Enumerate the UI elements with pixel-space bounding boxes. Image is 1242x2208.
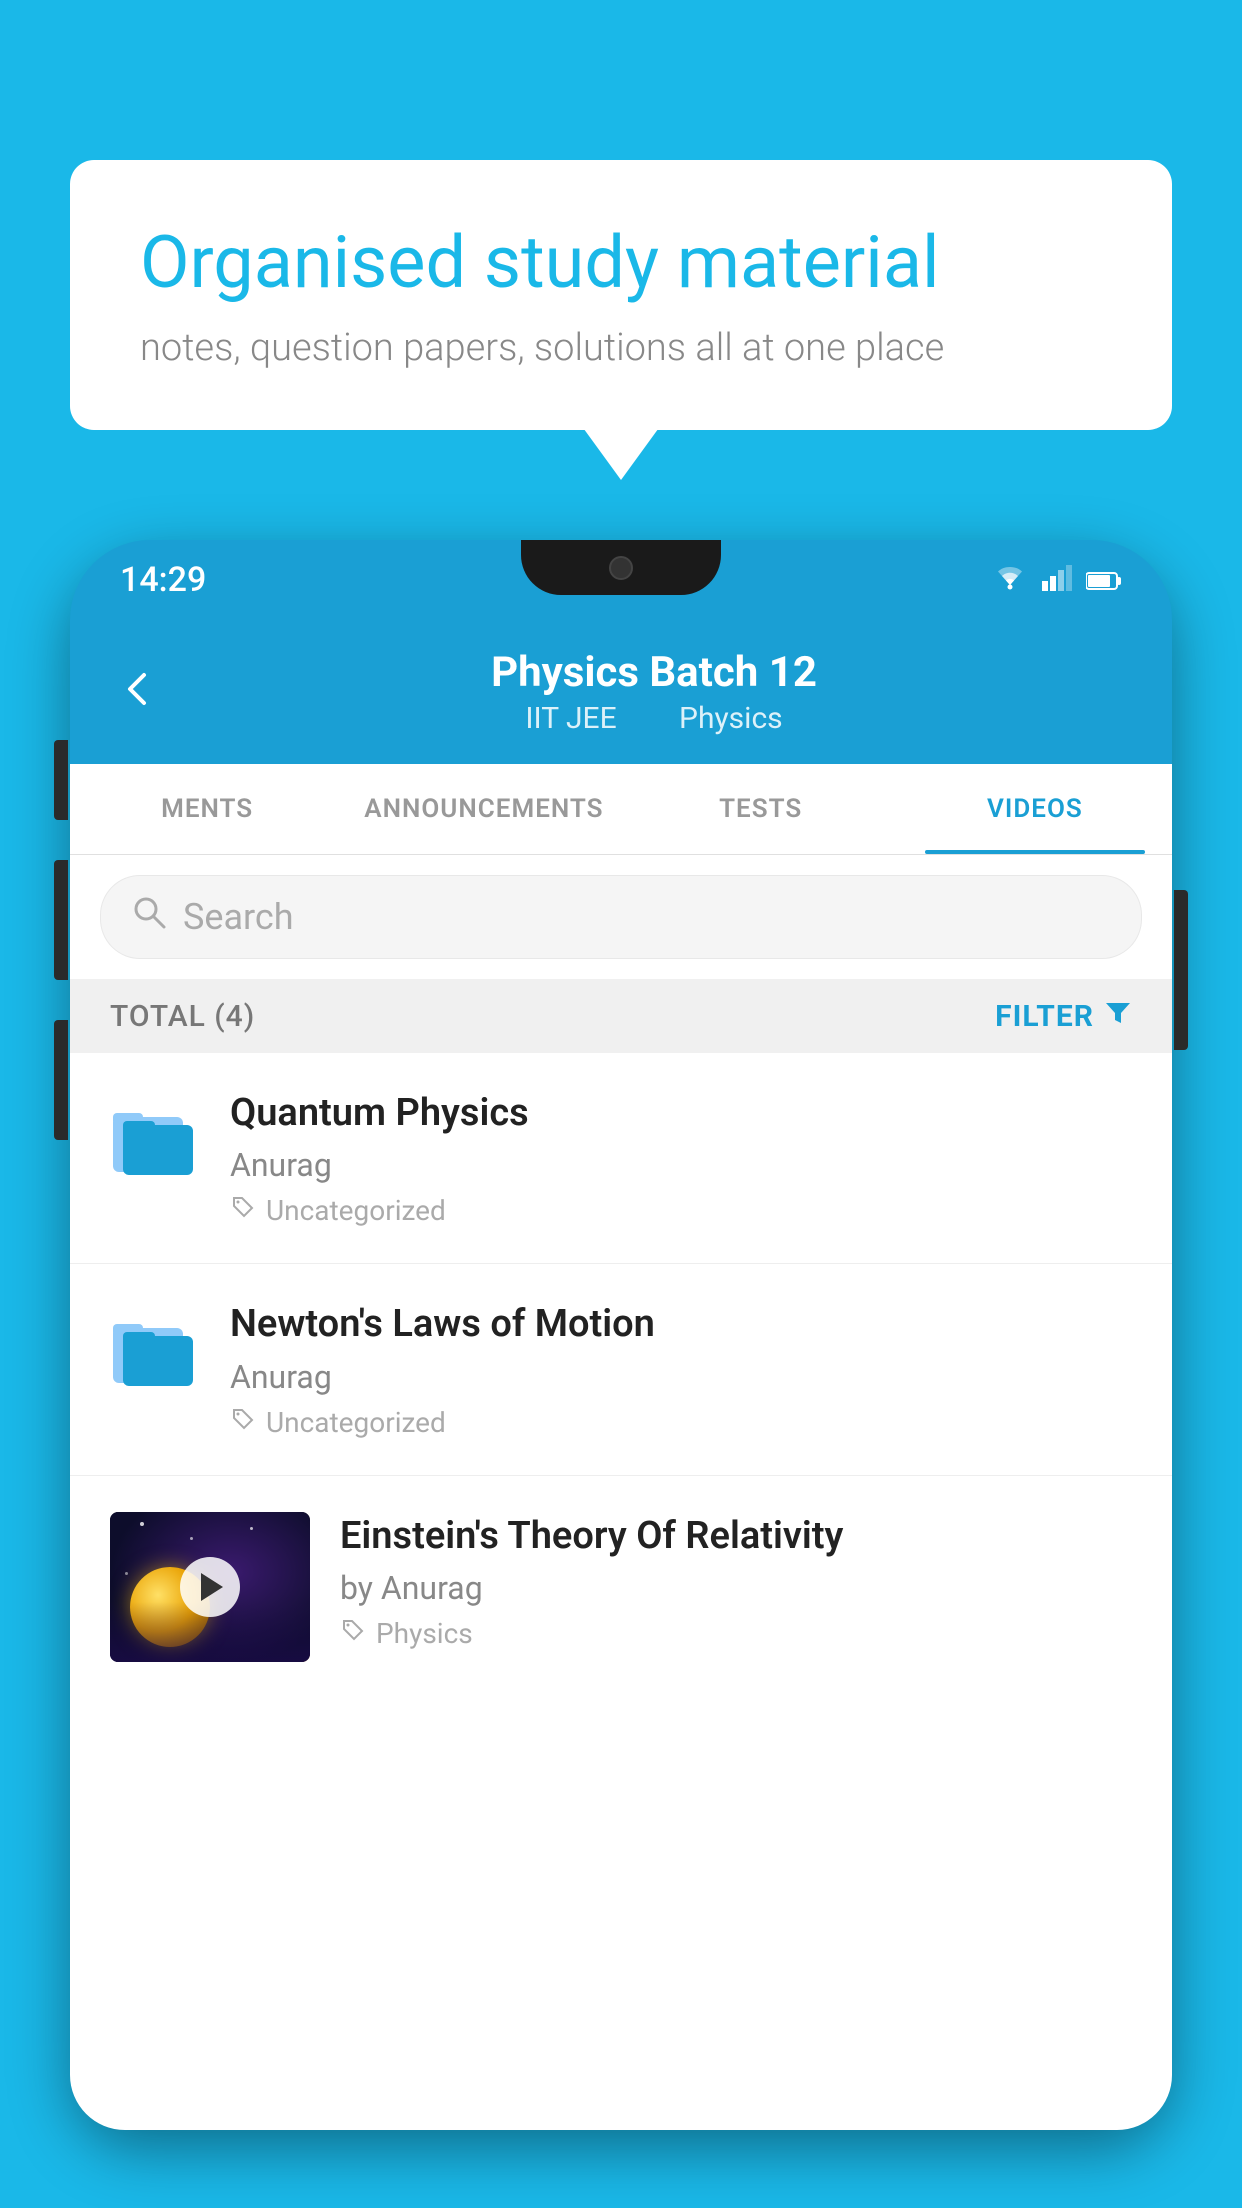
speech-bubble-subtitle: notes, question papers, solutions all at… [140, 326, 1102, 370]
video-item-with-thumbnail[interactable]: Einstein's Theory Of Relativity by Anura… [70, 1476, 1172, 1698]
phone-side-button-power[interactable] [1174, 890, 1188, 1050]
phone-content: Physics Batch 12 IIT JEE Physics MENTS A… [70, 620, 1172, 2130]
video-thumbnail [110, 1512, 310, 1662]
speech-bubble-title: Organised study material [140, 220, 1102, 306]
front-camera [609, 556, 633, 580]
header-subtitle-part2: Physics [679, 701, 783, 736]
header-subtitle-part1: IIT JEE [525, 701, 616, 736]
video-tag-label: Uncategorized [266, 1406, 446, 1439]
filter-label: FILTER [995, 999, 1094, 1034]
phone-frame: 14:29 [70, 540, 1172, 2208]
video-author: Anurag [230, 1146, 1132, 1184]
tag-icon [340, 1617, 366, 1650]
search-input[interactable]: Search [183, 896, 294, 938]
video-author: by Anurag [340, 1569, 1132, 1607]
video-info: Newton's Laws of Motion Anurag Uncategor… [230, 1300, 1132, 1438]
video-tag-label: Physics [376, 1617, 473, 1650]
tabs-bar: MENTS ANNOUNCEMENTS TESTS VIDEOS [70, 764, 1172, 855]
header-title: Physics Batch 12 [186, 648, 1122, 697]
back-button[interactable] [120, 666, 156, 718]
app-header: Physics Batch 12 IIT JEE Physics [70, 620, 1172, 764]
video-info: Quantum Physics Anurag Uncategorized [230, 1089, 1132, 1227]
status-bar: 14:29 [70, 540, 1172, 620]
tag-icon [230, 1406, 256, 1439]
play-triangle-icon [201, 1573, 223, 1601]
speech-bubble-wrapper: Organised study material notes, question… [70, 160, 1172, 430]
video-author: Anurag [230, 1358, 1132, 1396]
tag-icon [230, 1194, 256, 1227]
phone-side-button-vol-down[interactable] [54, 1020, 68, 1140]
video-tag: Uncategorized [230, 1194, 1132, 1227]
status-time: 14:29 [120, 560, 206, 600]
tab-announcements[interactable]: ANNOUNCEMENTS [344, 764, 623, 854]
video-info: Einstein's Theory Of Relativity by Anura… [340, 1512, 1132, 1650]
video-folder-icon [110, 1300, 200, 1400]
search-container: Search [70, 855, 1172, 979]
status-icons [992, 561, 1122, 599]
tab-videos[interactable]: VIDEOS [898, 764, 1172, 854]
filter-bar: TOTAL (4) FILTER [70, 979, 1172, 1053]
video-item[interactable]: Newton's Laws of Motion Anurag Uncategor… [70, 1264, 1172, 1475]
header-subtitle: IIT JEE Physics [186, 701, 1122, 736]
phone-notch [521, 540, 721, 595]
filter-icon [1104, 997, 1132, 1035]
header-title-group: Physics Batch 12 IIT JEE Physics [186, 648, 1122, 736]
video-list: Quantum Physics Anurag Uncategorized [70, 1053, 1172, 1698]
video-tag-label: Uncategorized [266, 1194, 446, 1227]
signal-icon [1042, 561, 1072, 599]
search-icon [131, 894, 167, 940]
total-count: TOTAL (4) [110, 999, 255, 1034]
filter-button[interactable]: FILTER [995, 997, 1132, 1035]
search-bar[interactable]: Search [100, 875, 1142, 959]
video-tag: Physics [340, 1617, 1132, 1650]
video-title: Einstein's Theory Of Relativity [340, 1512, 1132, 1561]
video-item[interactable]: Quantum Physics Anurag Uncategorized [70, 1053, 1172, 1264]
video-title: Newton's Laws of Motion [230, 1300, 1132, 1349]
phone-side-button-vol-indicator [54, 740, 68, 820]
tab-ments[interactable]: MENTS [70, 764, 344, 854]
phone-outer: 14:29 [70, 540, 1172, 2130]
video-folder-icon [110, 1089, 200, 1189]
header-subtitle-separator [644, 701, 659, 736]
wifi-icon [992, 561, 1028, 599]
tab-tests[interactable]: TESTS [624, 764, 898, 854]
video-title: Quantum Physics [230, 1089, 1132, 1138]
phone-side-button-vol-up[interactable] [54, 860, 68, 980]
speech-bubble: Organised study material notes, question… [70, 160, 1172, 430]
battery-icon [1086, 561, 1122, 599]
play-button[interactable] [180, 1557, 240, 1617]
video-tag: Uncategorized [230, 1406, 1132, 1439]
